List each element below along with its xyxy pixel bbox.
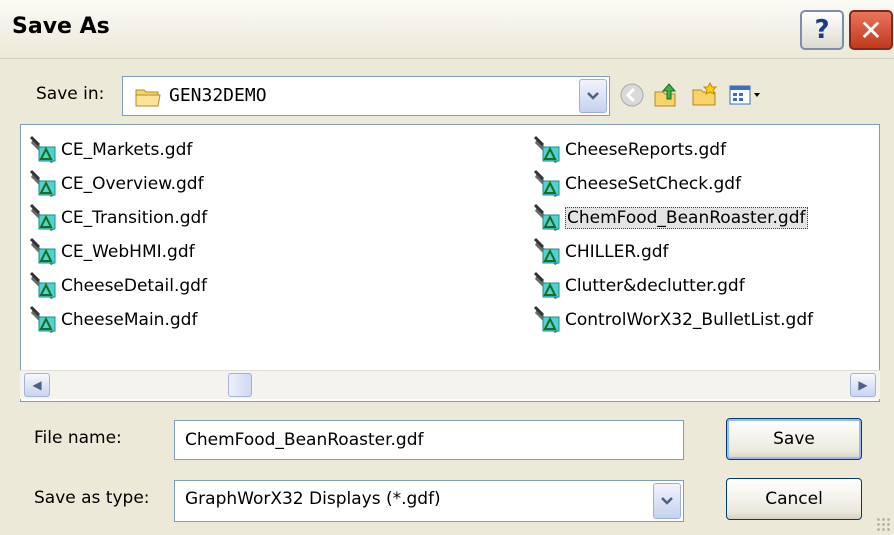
help-button[interactable]: ? (800, 10, 844, 50)
resize-grip-icon[interactable] (876, 517, 890, 531)
cancel-button[interactable]: Cancel (726, 478, 862, 520)
chevron-right-icon: ▶ (858, 378, 868, 392)
file-item[interactable]: CheeseReports.gdf (533, 135, 726, 165)
gdf-file-icon (533, 271, 563, 301)
gdf-file-icon (29, 135, 59, 165)
file-item[interactable]: Clutter&declutter.gdf (533, 271, 745, 301)
new-folder-icon[interactable] (688, 80, 720, 110)
chevron-left-icon: ◀ (32, 378, 42, 392)
file-name: CE_Transition.gdf (61, 208, 208, 228)
chevron-down-icon[interactable] (653, 483, 681, 519)
file-item[interactable]: CheeseSetCheck.gdf (533, 169, 741, 199)
file-name: CheeseSetCheck.gdf (565, 174, 742, 194)
window-title: Save As (12, 14, 110, 39)
back-icon[interactable] (616, 80, 648, 110)
scroll-right-button[interactable]: ▶ (850, 373, 876, 397)
folder-icon (135, 89, 161, 107)
gdf-file-icon (533, 237, 563, 267)
gdf-file-icon (533, 203, 563, 233)
gdf-file-icon (29, 237, 59, 267)
file-name-value: ChemFood_BeanRoaster.gdf (185, 430, 424, 450)
save-in-label: Save in: (36, 84, 105, 104)
file-name: CheeseReports.gdf (565, 140, 727, 160)
close-icon: ✕ (859, 13, 883, 47)
file-name: CheeseMain.gdf (61, 310, 198, 330)
up-folder-icon[interactable] (650, 80, 682, 110)
gdf-file-icon (533, 135, 563, 165)
gdf-file-icon (29, 305, 59, 335)
file-name: CheeseDetail.gdf (61, 276, 207, 296)
file-item[interactable]: ControlWorX32_BulletList.gdf (533, 305, 813, 335)
save-button[interactable]: Save (726, 418, 862, 460)
gdf-file-icon (29, 271, 59, 301)
gdf-file-icon (29, 203, 59, 233)
close-button[interactable]: ✕ (849, 10, 893, 50)
save-type-label: Save as type: (34, 488, 150, 508)
file-name-field[interactable]: ChemFood_BeanRoaster.gdf (174, 420, 684, 460)
horizontal-scrollbar[interactable]: ◀ ▶ (20, 370, 880, 399)
gdf-file-icon (533, 169, 563, 199)
file-name: CE_Overview.gdf (61, 174, 204, 194)
save-type-value: GraphWorX32 Displays (*.gdf) (185, 489, 441, 509)
file-item[interactable]: CE_Transition.gdf (29, 203, 207, 233)
scrollbar-thumb[interactable] (228, 373, 252, 397)
file-name: CE_Markets.gdf (61, 140, 193, 160)
save-type-dropdown[interactable]: GraphWorX32 Displays (*.gdf) (174, 480, 684, 522)
help-icon: ? (814, 15, 830, 45)
file-list[interactable]: CE_Markets.gdf CE_Overview.gdf CE_Transi… (20, 124, 880, 402)
title-bar: Save As ? ✕ (0, 0, 894, 59)
file-item[interactable]: CE_Overview.gdf (29, 169, 204, 199)
gdf-file-icon (29, 169, 59, 199)
file-name: ControlWorX32_BulletList.gdf (565, 310, 814, 330)
file-item-selected[interactable]: ChemFood_BeanRoaster.gdf (533, 203, 808, 233)
gdf-file-icon (533, 305, 563, 335)
file-name: CHILLER.gdf (565, 242, 669, 262)
file-item[interactable]: CheeseDetail.gdf (29, 271, 207, 301)
file-item[interactable]: CHILLER.gdf (533, 237, 669, 267)
file-name: ChemFood_BeanRoaster.gdf (565, 207, 808, 229)
view-menu-icon[interactable] (726, 80, 766, 110)
save-in-dropdown[interactable]: GEN32DEMO (122, 76, 610, 116)
file-name-label: File name: (34, 428, 122, 448)
file-item[interactable]: CE_Markets.gdf (29, 135, 192, 165)
chevron-down-icon[interactable] (579, 79, 607, 113)
file-item[interactable]: CE_WebHMI.gdf (29, 237, 195, 267)
save-in-value: GEN32DEMO (169, 85, 267, 106)
file-name: Clutter&declutter.gdf (565, 276, 745, 296)
file-name: CE_WebHMI.gdf (61, 242, 195, 262)
file-item[interactable]: CheeseMain.gdf (29, 305, 197, 335)
scroll-left-button[interactable]: ◀ (24, 373, 50, 397)
